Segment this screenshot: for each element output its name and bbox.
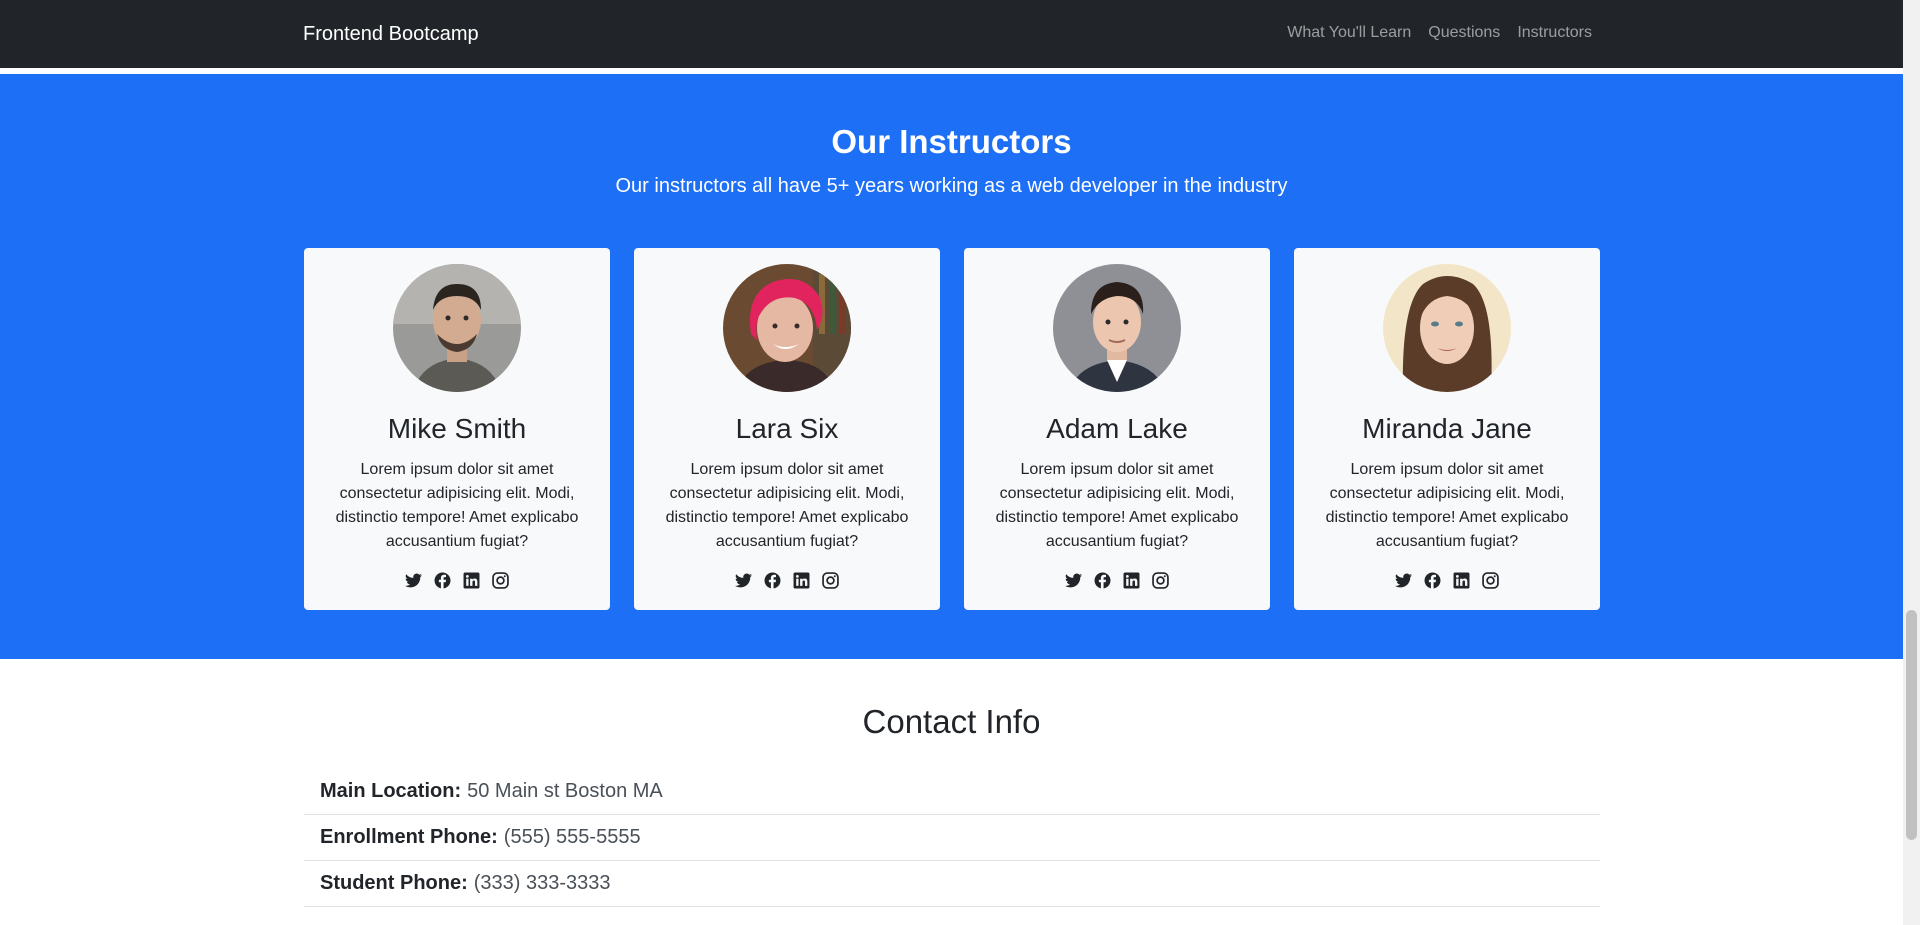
instructors-title: Our Instructors <box>831 123 1072 160</box>
twitter-icon[interactable] <box>735 572 752 589</box>
nav-link-what-youll-learn[interactable]: What You'll Learn <box>1287 23 1411 43</box>
nav-link-questions[interactable]: Questions <box>1428 23 1500 43</box>
navbar: Frontend Bootcamp What You'll Learn Ques… <box>0 0 1903 68</box>
instructor-name: Mike Smith <box>387 413 527 444</box>
contact-value: 50 Main st Boston MA <box>467 780 663 802</box>
instructor-card: Lara Six Lorem ipsum dolor sit amet cons… <box>634 248 940 610</box>
instagram-icon[interactable] <box>492 572 509 589</box>
navbar-brand[interactable]: Frontend Bootcamp <box>303 21 479 47</box>
avatar-lara-six <box>723 264 851 392</box>
twitter-icon[interactable] <box>1065 572 1082 589</box>
contact-title: Contact Info <box>862 703 1041 740</box>
contact-value: (555) 555-5555 <box>503 826 641 848</box>
facebook-icon[interactable] <box>764 572 781 589</box>
contact-list: Main Location: 50 Main st Boston MA Enro… <box>304 769 1600 907</box>
instructor-bio: Lorem ipsum dolor sit amet consectetur a… <box>1325 461 1569 550</box>
social-links <box>304 572 610 589</box>
instructor-bio: Lorem ipsum dolor sit amet consectetur a… <box>335 461 579 550</box>
instagram-icon[interactable] <box>1482 572 1499 589</box>
linkedin-icon[interactable] <box>1123 572 1140 589</box>
scrollbar-thumb[interactable] <box>1906 610 1917 840</box>
twitter-icon[interactable] <box>405 572 422 589</box>
facebook-icon[interactable] <box>1094 572 1111 589</box>
contact-label: Main Location: <box>320 780 462 802</box>
contact-row-student-phone: Student Phone: (333) 333-3333 <box>304 861 1600 907</box>
linkedin-icon[interactable] <box>1453 572 1470 589</box>
nav-link-instructors[interactable]: Instructors <box>1517 23 1592 43</box>
facebook-icon[interactable] <box>1424 572 1441 589</box>
contact-value: (333) 333-3333 <box>473 872 611 894</box>
avatar-adam-lake <box>1053 264 1181 392</box>
facebook-icon[interactable] <box>434 572 451 589</box>
instagram-icon[interactable] <box>822 572 839 589</box>
instructor-cards: Mike Smith Lorem ipsum dolor sit amet co… <box>304 248 1600 610</box>
instructor-bio: Lorem ipsum dolor sit amet consectetur a… <box>995 461 1239 550</box>
contact-row-main-location: Main Location: 50 Main st Boston MA <box>304 769 1600 815</box>
contact-label: Enrollment Phone: <box>320 826 498 848</box>
page-scrollbar[interactable] <box>1903 0 1920 925</box>
instagram-icon[interactable] <box>1152 572 1169 589</box>
social-links <box>964 572 1270 589</box>
instructor-bio: Lorem ipsum dolor sit amet consectetur a… <box>665 461 909 550</box>
nav-links: What You'll Learn Questions Instructors <box>1287 23 1592 43</box>
instructors-subtitle: Our instructors all have 5+ years workin… <box>615 175 1288 197</box>
contact-row-enrollment-phone: Enrollment Phone: (555) 555-5555 <box>304 815 1600 861</box>
avatar-miranda-jane <box>1383 264 1511 392</box>
social-links <box>634 572 940 589</box>
avatar-mike-smith <box>393 264 521 392</box>
instructor-card: Miranda Jane Lorem ipsum dolor sit amet … <box>1294 248 1600 610</box>
linkedin-icon[interactable] <box>463 572 480 589</box>
instructors-section: Our Instructors Our instructors all have… <box>0 74 1903 659</box>
linkedin-icon[interactable] <box>793 572 810 589</box>
instructor-name: Miranda Jane <box>1362 413 1532 444</box>
instructor-name: Adam Lake <box>1046 413 1188 444</box>
instructor-card: Mike Smith Lorem ipsum dolor sit amet co… <box>304 248 610 610</box>
social-links <box>1294 572 1600 589</box>
contact-label: Student Phone: <box>320 872 468 894</box>
page: Frontend Bootcamp What You'll Learn Ques… <box>0 0 1903 925</box>
instructor-card: Adam Lake Lorem ipsum dolor sit amet con… <box>964 248 1270 610</box>
instructor-name: Lara Six <box>735 413 839 444</box>
twitter-icon[interactable] <box>1395 572 1412 589</box>
